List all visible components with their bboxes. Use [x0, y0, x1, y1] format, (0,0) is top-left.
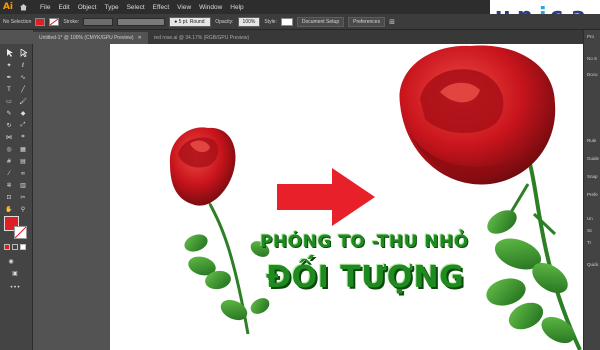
- panel-rulers: Rule: [587, 138, 597, 143]
- panel-checkbox-tr[interactable]: Tr: [587, 240, 591, 245]
- type-tool-icon[interactable]: T: [4, 84, 14, 94]
- line-tool-icon[interactable]: ╱: [18, 84, 28, 94]
- screen-mode-icon[interactable]: ▣: [10, 268, 20, 278]
- illustrator-window: Ai File Edit Object Type Select Effect V…: [0, 0, 600, 350]
- panel-snap: Snap: [587, 174, 598, 179]
- panel-tab-properties[interactable]: Pro: [587, 34, 594, 39]
- graphic-style-swatch[interactable]: [280, 17, 293, 26]
- gradient-tool-icon[interactable]: ▤: [18, 156, 28, 166]
- headline-line-1: PHÓNG TO -THU NHỎ: [260, 232, 469, 252]
- control-bar: No Selection Stroke: ● 5 pt. Round Opaci…: [0, 14, 600, 30]
- menu-effect[interactable]: Effect: [153, 4, 170, 11]
- headline-line-2: ĐỐI TƯỢNG: [266, 260, 465, 295]
- lasso-icon[interactable]: ℓ: [18, 60, 28, 70]
- menu-file[interactable]: File: [40, 4, 50, 11]
- hand-tool-icon[interactable]: ✋: [4, 204, 14, 214]
- slice-tool-icon[interactable]: ✂: [18, 192, 28, 202]
- menu-window[interactable]: Window: [199, 4, 222, 11]
- free-transform-icon[interactable]: ⌗: [18, 132, 28, 142]
- document-setup-button[interactable]: Document Setup: [296, 16, 345, 27]
- selection-tool-icon[interactable]: [4, 48, 14, 58]
- blend-tool-icon[interactable]: ∞: [18, 168, 28, 178]
- tab-untitled[interactable]: Untitled-1* @ 100% (CMYK/GPU Preview) ✕: [33, 32, 148, 44]
- scale-tool-icon[interactable]: ⤢: [18, 120, 28, 130]
- menu-select[interactable]: Select: [127, 4, 145, 11]
- tab-red-rose[interactable]: red rose.ai @ 34.17% (RGB/GPU Preview): [148, 32, 255, 44]
- artboard[interactable]: PHÓNG TO -THU NHỎ ĐỐI TƯỢNG: [110, 44, 585, 350]
- menu-type[interactable]: Type: [104, 4, 118, 11]
- arrange-icon[interactable]: ⊞: [389, 18, 395, 26]
- paintbrush-icon[interactable]: 🖌: [18, 96, 28, 106]
- pen-tool-icon[interactable]: ✒: [4, 72, 14, 82]
- shaper-tool-icon[interactable]: ✎: [4, 108, 14, 118]
- app-logo: Ai: [0, 0, 16, 14]
- panel-preferences: Prefe: [587, 192, 598, 197]
- close-icon[interactable]: ✕: [138, 35, 142, 41]
- zoom-tool-icon[interactable]: ⚲: [18, 204, 28, 214]
- panel-checkbox-un[interactable]: Un: [587, 216, 593, 221]
- perspective-grid-icon[interactable]: ▦: [18, 144, 28, 154]
- magic-wand-icon[interactable]: ✦: [4, 60, 14, 70]
- style-label: Style:: [264, 18, 277, 25]
- panel-checkbox-sc[interactable]: Sc: [587, 228, 592, 233]
- draw-mode-icon[interactable]: ◉: [6, 256, 16, 266]
- stroke-swatch[interactable]: [49, 17, 60, 26]
- mesh-tool-icon[interactable]: #: [4, 156, 14, 166]
- selection-status: No Selection: [3, 18, 32, 25]
- curvature-tool-icon[interactable]: ∿: [18, 72, 28, 82]
- menu-object[interactable]: Object: [78, 4, 97, 11]
- artwork-canvas: [169, 45, 582, 350]
- color-mode-buttons[interactable]: [4, 244, 30, 251]
- opacity-field[interactable]: 100%: [237, 16, 261, 27]
- eyedropper-icon[interactable]: ⁄: [4, 168, 14, 178]
- panel-document: Docu: [587, 72, 598, 77]
- menu-edit[interactable]: Edit: [58, 4, 69, 11]
- artboard-tool-icon[interactable]: ⊡: [4, 192, 14, 202]
- preferences-button[interactable]: Preferences: [348, 16, 386, 27]
- home-icon[interactable]: [16, 0, 30, 14]
- properties-panel: Pro No S Docu Rule Guide Snap Prefe Un S…: [583, 30, 600, 350]
- symbol-sprayer-icon[interactable]: ✲: [4, 180, 14, 190]
- shape-builder-icon[interactable]: ◎: [4, 144, 14, 154]
- stroke-label: Stroke:: [63, 18, 80, 25]
- edit-toolbar-icon[interactable]: •••: [10, 282, 21, 292]
- brush-definition[interactable]: ● 5 pt. Round: [169, 16, 212, 27]
- width-tool-icon[interactable]: ⋈: [4, 132, 14, 142]
- rotate-tool-icon[interactable]: ↻: [4, 120, 14, 130]
- stroke-color-box[interactable]: [14, 226, 27, 239]
- eraser-icon[interactable]: ◆: [18, 108, 28, 118]
- menu-view[interactable]: View: [177, 4, 191, 11]
- document-tabs: Untitled-1* @ 100% (CMYK/GPU Preview) ✕ …: [33, 30, 583, 44]
- direct-selection-tool-icon[interactable]: [18, 48, 28, 58]
- arrow-right-icon: [277, 168, 375, 226]
- panel-quick-actions: Quick: [587, 262, 599, 267]
- tools-panel: ✦ ℓ ✒ ∿ T ╱ ▭ 🖌 ✎ ◆ ↻ ⤢ ⋈ ⌗ ◎ ▦ # ▤ ⁄ ∞ …: [0, 44, 33, 350]
- menu-help[interactable]: Help: [230, 4, 243, 11]
- panel-guides: Guide: [587, 156, 600, 161]
- stroke-weight-field[interactable]: [83, 17, 114, 26]
- graph-tool-icon[interactable]: ▥: [18, 180, 28, 190]
- opacity-label: Opacity:: [215, 18, 234, 25]
- variable-width-profile[interactable]: [117, 17, 166, 26]
- menu-items: File Edit Object Type Select Effect View…: [40, 4, 244, 11]
- fill-swatch[interactable]: [35, 17, 46, 26]
- small-rose-illustration: [169, 127, 270, 335]
- large-rose-illustration: [399, 45, 582, 350]
- panel-no-selection: No S: [587, 56, 598, 61]
- rectangle-tool-icon[interactable]: ▭: [4, 96, 14, 106]
